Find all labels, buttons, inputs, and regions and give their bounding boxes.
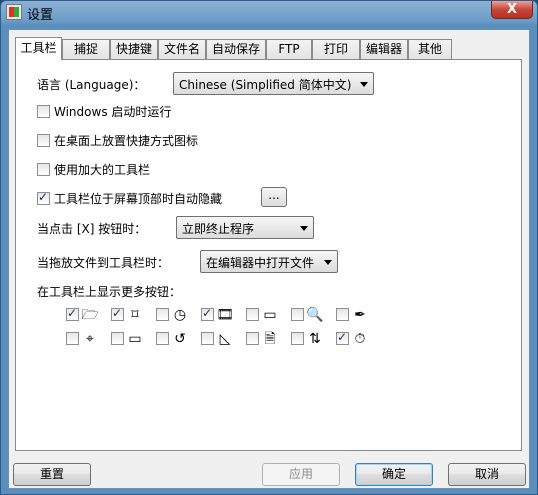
- chevron-down-icon: [300, 226, 308, 231]
- color-picker-toolbar-checkbox[interactable]: [336, 308, 349, 321]
- folder-open-icon: 🗁: [81, 307, 99, 323]
- magnifier-icon: 🔍: [306, 307, 324, 323]
- rectangle-toolbar-checkbox[interactable]: [246, 308, 259, 321]
- magnifier-toolbar-checkbox[interactable]: [291, 308, 304, 321]
- chevron-down-icon: [324, 260, 332, 265]
- pdf-toolbar-checkbox[interactable]: [246, 332, 259, 345]
- large-toolbar-checkbox[interactable]: [37, 163, 50, 176]
- toolbar-settings-panel: 语言 (Language)： Chinese (Simplified 简体中文)…: [15, 59, 522, 451]
- tab-capture[interactable]: 捕捉: [62, 39, 110, 59]
- crop-toolbar-checkbox[interactable]: [111, 306, 124, 321]
- crosshair-toolbar-checkbox[interactable]: [66, 332, 79, 345]
- title-bar: 设置 X: [1, 1, 538, 24]
- language-value: Chinese (Simplified 简体中文): [179, 78, 352, 92]
- reset-button[interactable]: 重置: [13, 463, 91, 486]
- ok-button[interactable]: 确定: [355, 463, 433, 486]
- cancel-button[interactable]: 取消: [448, 463, 526, 486]
- run-at-startup-checkbox[interactable]: [37, 105, 50, 118]
- close-icon: X: [506, 2, 518, 17]
- close-button[interactable]: X: [491, 1, 533, 19]
- more-buttons-label: 在工具栏上显示更多按钮：: [37, 285, 182, 299]
- film-toolbar-checkbox[interactable]: [201, 306, 214, 321]
- large-toolbar-label: 使用加大的工具栏: [54, 163, 151, 177]
- crop-icon: ⌑: [131, 307, 139, 323]
- triangle-ruler-icon: ◺: [219, 331, 231, 347]
- crosshair-icon: ⌖: [86, 331, 94, 347]
- run-at-startup-label: Windows 启动时运行: [54, 105, 172, 119]
- language-label: 语言 (Language)：: [37, 78, 146, 92]
- rotate-toolbar-checkbox[interactable]: [156, 332, 169, 345]
- close-action-select[interactable]: 立即终止程序: [176, 216, 314, 239]
- color-picker-icon: ✒: [354, 307, 366, 323]
- drag-file-label: 当拖放文件到工具栏时：: [37, 256, 170, 270]
- split-toolbar-checkbox[interactable]: [291, 332, 304, 345]
- clock-toolbar-checkbox[interactable]: [156, 308, 169, 321]
- film-icon: 🎞: [216, 307, 234, 323]
- tab-hotkeys[interactable]: 快捷键: [110, 39, 158, 59]
- drag-file-action-value: 在编辑器中打开文件: [206, 256, 315, 270]
- split-icon: ⇅: [309, 331, 321, 347]
- tab-filename[interactable]: 文件名: [158, 39, 206, 59]
- tab-autosave[interactable]: 自动保存: [206, 39, 266, 59]
- desktop-shortcut-label: 在桌面上放置快捷方式图标: [54, 134, 199, 148]
- apply-button[interactable]: 应用: [262, 463, 340, 486]
- folder-open-toolbar-checkbox[interactable]: [66, 306, 79, 321]
- rotate-icon: ↺: [174, 331, 186, 347]
- tab-toolbar[interactable]: 工具栏: [15, 37, 62, 60]
- ruler-icon: ▭: [128, 331, 142, 347]
- close-click-label: 当点击 [X] 按钮时：: [37, 222, 147, 236]
- pdf-icon: 🗎: [264, 331, 276, 347]
- rectangle-icon: ▭: [263, 307, 277, 323]
- stopwatch-toolbar-checkbox[interactable]: [336, 330, 349, 345]
- tab-other[interactable]: 其他: [408, 39, 452, 59]
- drag-file-action-select[interactable]: 在编辑器中打开文件: [200, 250, 338, 273]
- desktop-shortcut-checkbox[interactable]: [37, 134, 50, 147]
- close-action-value: 立即终止程序: [182, 222, 255, 236]
- triangle-ruler-toolbar-checkbox[interactable]: [201, 332, 214, 345]
- stopwatch-icon: ⏱: [354, 331, 366, 347]
- window-title: 设置: [27, 8, 54, 23]
- tab-editor[interactable]: 编辑器: [360, 39, 408, 59]
- app-icon: [6, 4, 22, 20]
- language-select[interactable]: Chinese (Simplified 简体中文): [173, 72, 374, 95]
- auto-hide-label: 工具栏位于屏幕顶部时自动隐藏: [54, 192, 223, 206]
- dialog-body: 工具栏 捕捉 快捷键 文件名 自动保存 FTP 打印 编辑器 其他 语言 (La…: [8, 29, 530, 489]
- tab-ftp[interactable]: FTP: [266, 39, 312, 59]
- auto-hide-checkbox[interactable]: [37, 190, 50, 205]
- tab-print[interactable]: 打印: [312, 39, 360, 59]
- clock-icon: ◷: [173, 307, 187, 323]
- auto-hide-options-button[interactable]: ...: [261, 187, 287, 207]
- settings-window: 设置 X 工具栏 捕捉 快捷键 文件名 自动保存 FTP 打印 编辑器 其他 语…: [0, 0, 538, 495]
- chevron-down-icon: [360, 82, 368, 87]
- ruler-toolbar-checkbox[interactable]: [111, 332, 124, 345]
